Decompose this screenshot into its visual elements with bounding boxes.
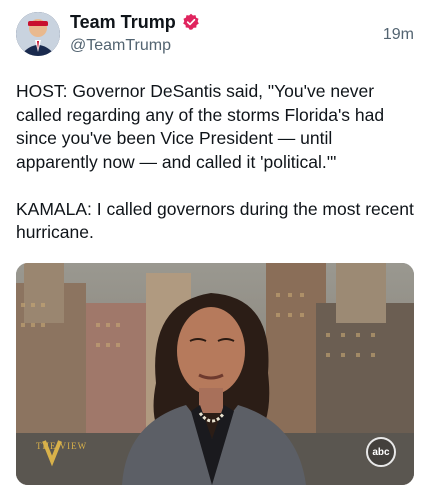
network-logo: abc — [366, 437, 396, 467]
post-header: Team Trump @TeamTrump 19m — [16, 10, 414, 62]
show-logo: THE VIEW — [36, 441, 88, 451]
post-text: HOST: Governor DeSantis said, "You've ne… — [16, 81, 414, 242]
verified-badge-icon — [182, 13, 200, 31]
media-image — [16, 263, 414, 485]
avatar[interactable] — [16, 12, 60, 56]
avatar-icon — [16, 12, 60, 56]
handle[interactable]: @TeamTrump — [70, 37, 200, 55]
timestamp[interactable]: 19m — [383, 26, 414, 44]
post-media[interactable]: THE VIEW abc — [16, 263, 414, 485]
display-name[interactable]: Team Trump — [70, 12, 176, 33]
